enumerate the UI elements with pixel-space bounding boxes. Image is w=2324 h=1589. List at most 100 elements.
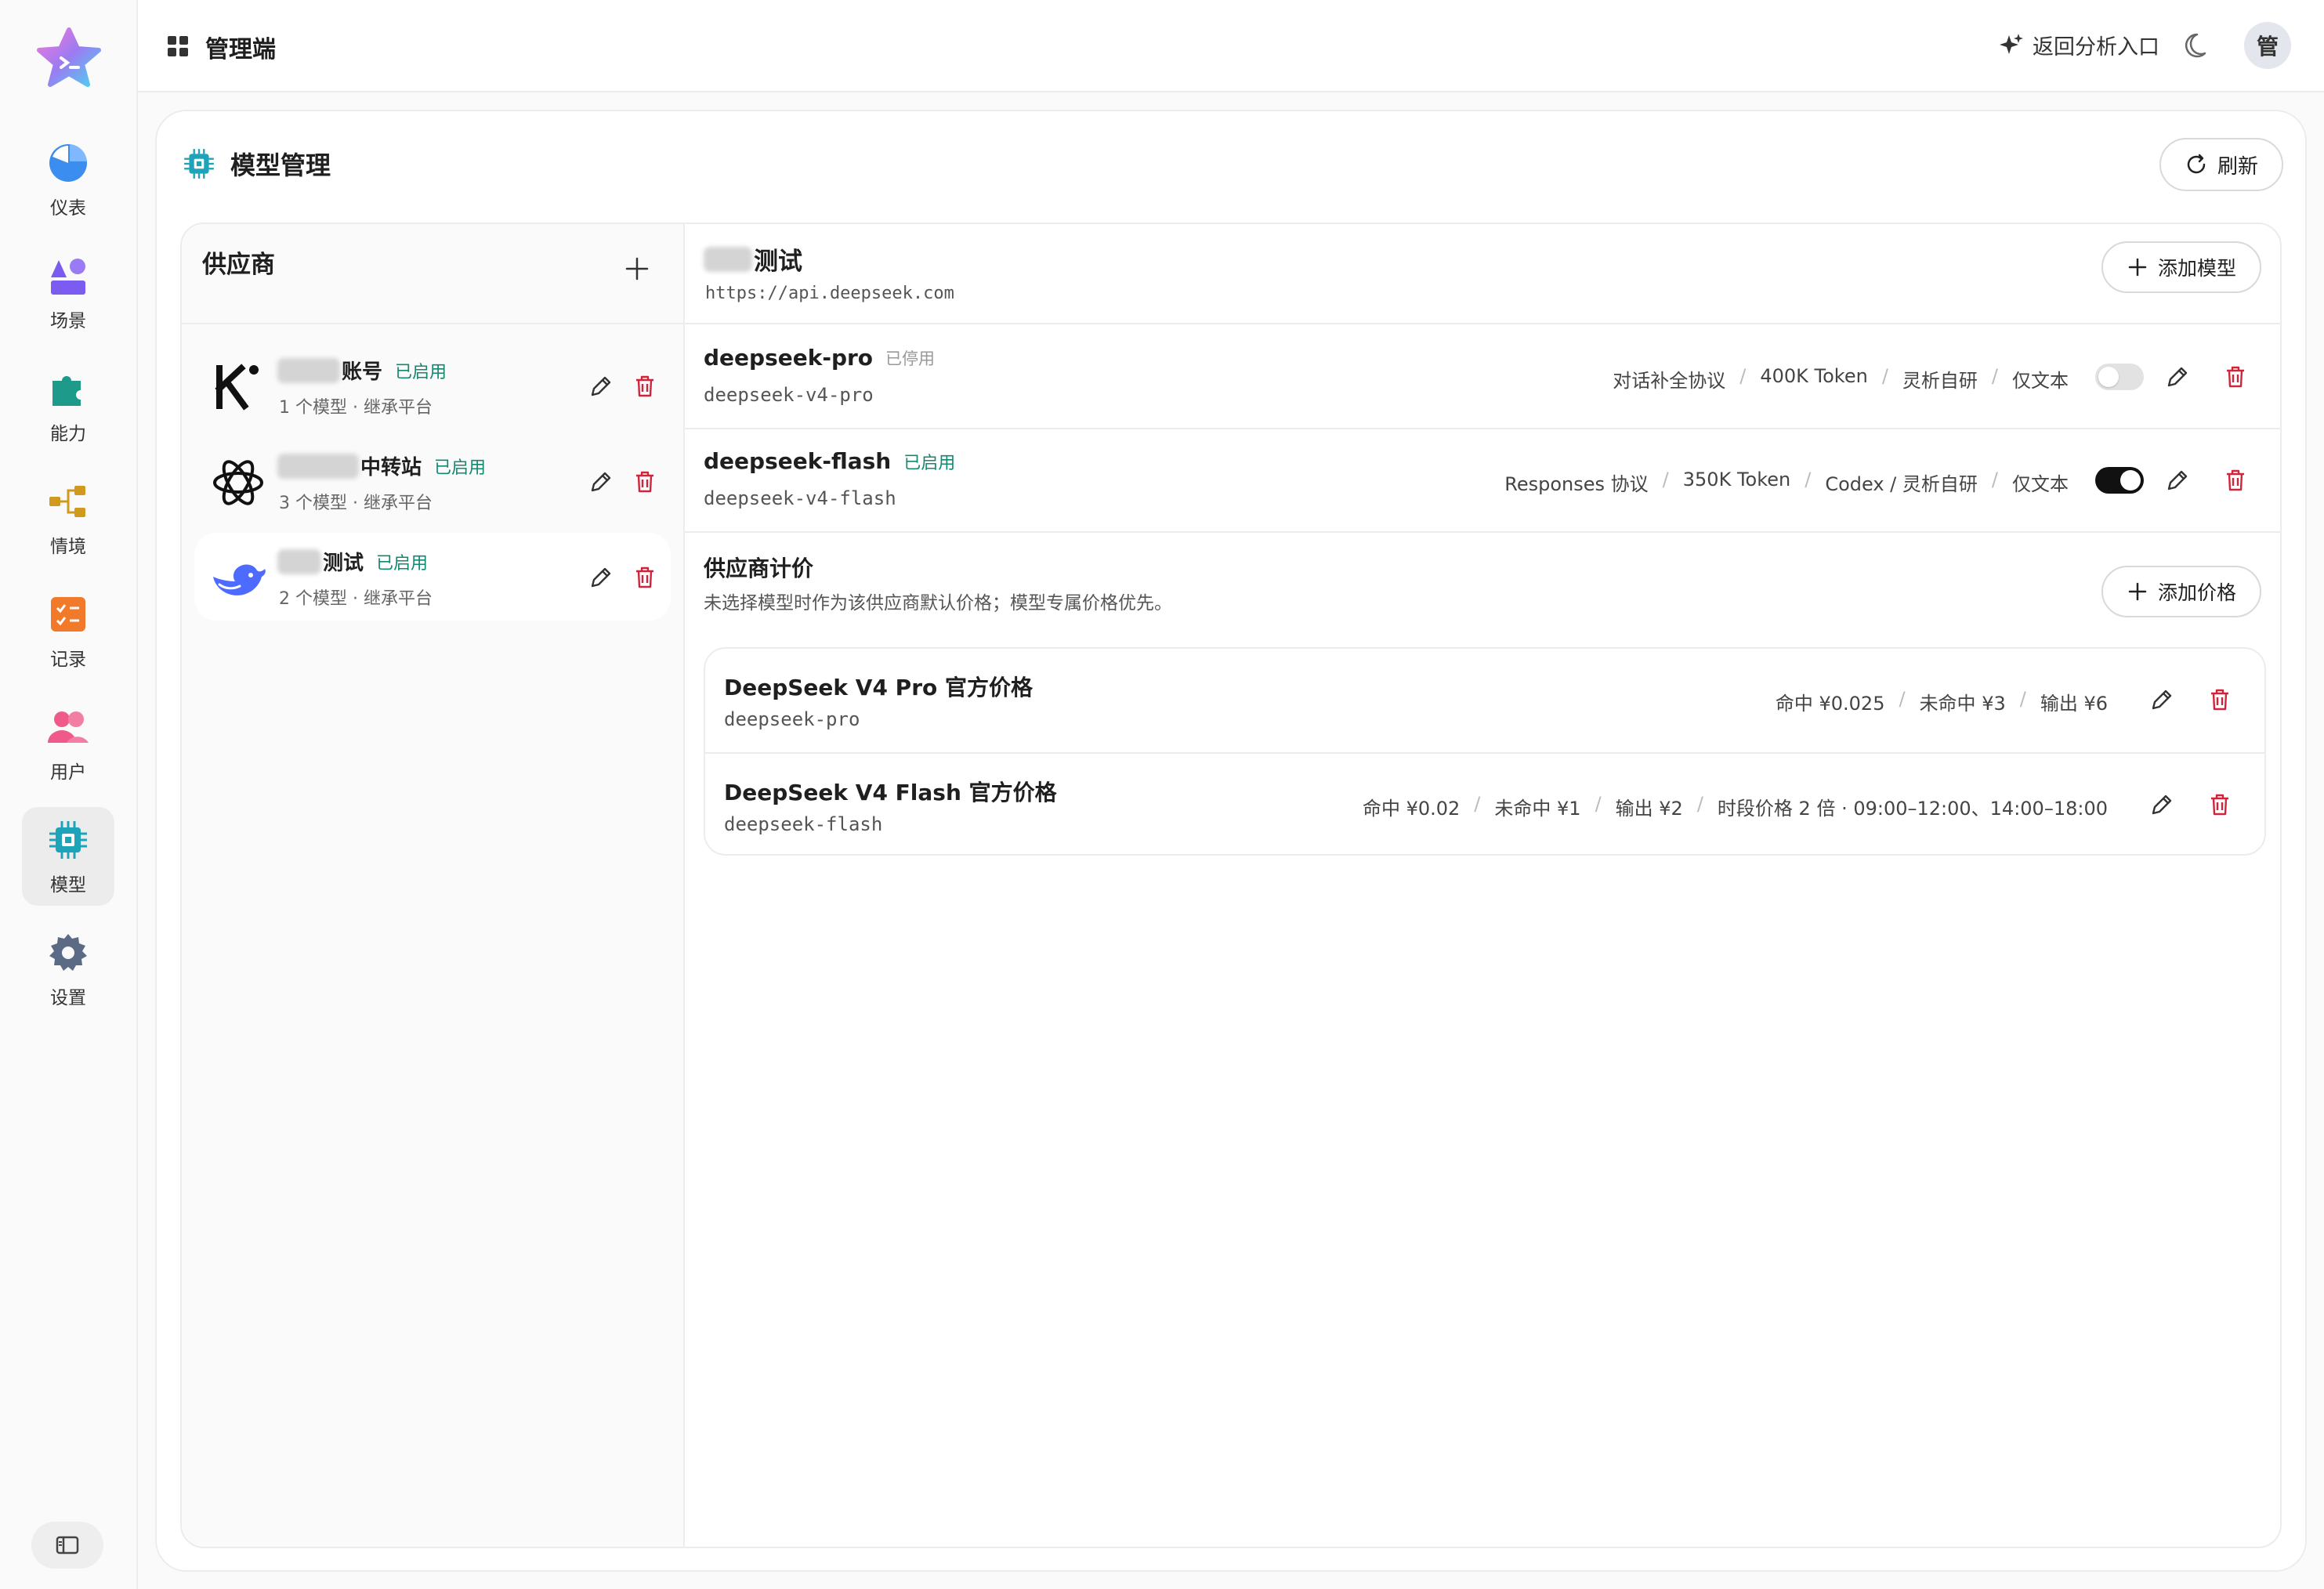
pricing-list: DeepSeek V4 Pro 官方价格 deepseek-pro 命中 ¥0.…	[704, 647, 2266, 856]
tag-time-pricing: 时段价格 2 倍 · 09:00–12:00、14:00–18:00	[1717, 798, 2108, 820]
delete-icon[interactable]	[2206, 791, 2233, 818]
edit-icon[interactable]	[2164, 467, 2191, 494]
nav-label: 模型	[50, 875, 86, 896]
edit-icon[interactable]	[588, 564, 614, 591]
delete-icon[interactable]	[632, 373, 658, 400]
provider-meta: 1 个模型 · 继承平台	[279, 398, 433, 418]
add-provider-icon[interactable]	[621, 252, 653, 285]
provider-item[interactable]: 中转站 已启用 3 个模型 · 继承平台	[194, 437, 671, 525]
model-enabled-toggle[interactable]	[2095, 467, 2144, 494]
nav-label: 仪表	[50, 198, 86, 219]
page-title-text: 模型管理	[230, 150, 331, 180]
provider-item-selected[interactable]: 测试 已启用 2 个模型 · 继承平台	[194, 533, 671, 621]
back-to-analysis-link[interactable]: 返回分析入口	[1998, 30, 2159, 60]
tag-protocol: 对话补全协议	[1613, 370, 1726, 392]
add-price-button[interactable]: 添加价格	[2101, 566, 2261, 617]
provider-item[interactable]: 账号 已启用 1 个模型 · 继承平台	[194, 342, 671, 429]
edit-icon[interactable]	[2148, 791, 2175, 818]
moon-icon[interactable]	[2183, 30, 2214, 61]
model-id: deepseek-v4-pro	[704, 384, 874, 406]
provider-detail-title: 测试	[704, 241, 802, 277]
edit-icon[interactable]	[588, 373, 614, 400]
provider-meta: 2 个模型 · 继承平台	[279, 589, 433, 609]
redacted-name	[277, 453, 359, 479]
nav-item-dashboard[interactable]: 仪表	[22, 130, 114, 229]
sidebar: 仪表 场景 能力 情境 记录 用户 模型 设置	[0, 0, 138, 1589]
nav-label: 场景	[50, 311, 86, 331]
price-name: DeepSeek V4 Pro 官方价格	[724, 675, 1033, 700]
price-row[interactable]: DeepSeek V4 Flash 官方价格 deepseek-flash 命中…	[705, 752, 2264, 854]
delete-icon[interactable]	[632, 564, 658, 591]
avatar[interactable]: 管	[2244, 22, 2291, 69]
add-model-button[interactable]: 添加模型	[2101, 241, 2261, 293]
model-tags: 对话补全协议 / 400K Token / 灵析自研 / 仅文本	[1613, 365, 2069, 393]
edit-icon[interactable]	[2148, 686, 2175, 713]
add-price-label: 添加价格	[2157, 582, 2236, 604]
price-model-id: deepseek-pro	[724, 708, 860, 730]
model-name-row: deepseek-flash 已启用	[704, 448, 955, 474]
provider-name-row: 账号 已启用	[277, 356, 447, 385]
nav-item-models[interactable]: 模型	[22, 807, 114, 906]
main-card: 模型管理 刷新 供应商 账号 已启用 1 个模型 · 继承平台 中转站 已启用 …	[155, 110, 2307, 1572]
nav-item-context[interactable]: 情境	[22, 469, 114, 567]
separator: /	[1696, 793, 1703, 815]
model-row[interactable]: deepseek-pro 已停用 deepseek-v4-pro 对话补全协议 …	[685, 326, 2280, 429]
edit-icon[interactable]	[588, 469, 614, 495]
provider-name: 中转站	[360, 456, 422, 480]
apps-grid-icon[interactable]	[166, 34, 190, 58]
provider-name: 测试	[323, 552, 364, 575]
nav-item-users[interactable]: 用户	[22, 694, 114, 793]
nav-item-scenes[interactable]: 场景	[22, 243, 114, 342]
nav-item-settings[interactable]: 设置	[22, 920, 114, 1019]
delete-icon[interactable]	[2206, 686, 2233, 713]
status-badge: 已启用	[903, 453, 956, 473]
collapse-sidebar-button[interactable]	[31, 1522, 103, 1569]
refresh-button[interactable]: 刷新	[2159, 138, 2283, 191]
provider-list-header: 供应商	[182, 224, 683, 324]
redacted-name	[277, 357, 340, 383]
page-title: 模型管理	[182, 146, 331, 182]
checklist-icon	[51, 597, 85, 632]
edit-icon[interactable]	[2164, 364, 2191, 390]
pricing-title: 供应商计价	[704, 556, 814, 581]
provider-name-row: 测试 已启用	[277, 547, 428, 576]
toggle-knob	[2098, 367, 2119, 387]
price-tags: 命中 ¥0.025 / 未命中 ¥3 / 输出 ¥6	[1776, 688, 2108, 715]
delete-icon[interactable]	[2222, 364, 2249, 390]
separator: /	[1881, 365, 1888, 387]
provider-name: 账号	[342, 360, 383, 384]
tag-cache-hit: 命中 ¥0.02	[1362, 798, 1461, 820]
delete-icon[interactable]	[632, 469, 658, 495]
chip-icon	[49, 821, 87, 859]
app-logo-icon[interactable]	[34, 27, 103, 89]
users-icon	[48, 711, 89, 743]
model-row[interactable]: deepseek-flash 已启用 deepseek-v4-flash Res…	[685, 429, 2280, 533]
model-tags: Responses 协议 / 350K Token / Codex / 灵析自研…	[1504, 469, 2069, 496]
nav-item-capabilities[interactable]: 能力	[22, 356, 114, 454]
status-badge: 已启用	[434, 458, 487, 478]
tag-context: 350K Token	[1682, 469, 1791, 490]
status-badge: 已启用	[395, 362, 447, 382]
tag-protocol: Responses 协议	[1504, 473, 1649, 495]
sparkle-icon	[2000, 33, 2023, 54]
model-name: deepseek-pro	[704, 345, 874, 371]
puzzle-icon	[52, 376, 81, 406]
price-row[interactable]: DeepSeek V4 Pro 官方价格 deepseek-pro 命中 ¥0.…	[705, 649, 2264, 752]
price-name: DeepSeek V4 Flash 官方价格	[724, 780, 1057, 805]
back-link-label: 返回分析入口	[2033, 35, 2159, 60]
nav-item-records[interactable]: 记录	[22, 581, 114, 680]
delete-icon[interactable]	[2222, 467, 2249, 494]
pie-chart-icon	[49, 144, 87, 182]
model-enabled-toggle[interactable]	[2095, 364, 2144, 390]
refresh-icon	[2187, 154, 2206, 174]
sidebar-toggle-icon	[56, 1536, 79, 1555]
provider-list: 供应商 账号 已启用 1 个模型 · 继承平台 中转站 已启用 3 个模型 · …	[182, 224, 685, 1547]
gear-icon	[49, 934, 87, 971]
separator: /	[1991, 365, 1998, 387]
separator: /	[1595, 793, 1602, 815]
plus-icon	[2128, 258, 2147, 277]
provider-meta: 3 个模型 · 继承平台	[279, 494, 433, 513]
tag-output: 输出 ¥6	[2040, 693, 2108, 715]
topbar: 管理端 返回分析入口 管	[138, 0, 2324, 92]
separator: /	[1662, 469, 1669, 490]
